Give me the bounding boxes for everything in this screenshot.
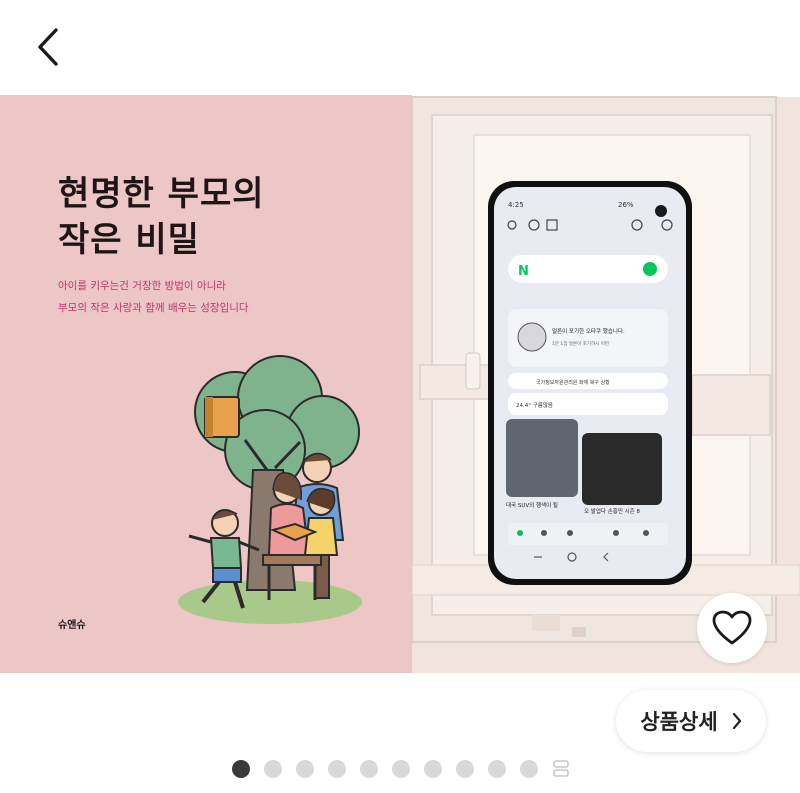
phone-news-2: 오 발업다 손흥민 시즌 8	[584, 507, 641, 515]
publisher-logo: 슈앤슈	[58, 620, 86, 631]
image-pager	[232, 760, 570, 778]
pager-dot[interactable]	[296, 760, 314, 778]
like-button[interactable]	[697, 593, 767, 663]
phone-card-title: 얼른이 포기한 오타쿠 했습니다.	[552, 327, 625, 335]
grid-more-icon[interactable]	[552, 760, 570, 778]
phone-status-time: 4:25	[508, 201, 524, 209]
phone-notice: 국가정보자원관리원 화재 복구 상황	[536, 379, 610, 386]
product-detail-button[interactable]: 상품상세	[616, 690, 766, 752]
pager-dot[interactable]	[488, 760, 506, 778]
back-button[interactable]	[28, 24, 68, 70]
book-subtitle: 아이를 키우는건 거창한 방법이 아니라 부모의 작은 사랑과 함께 배우는 성…	[58, 280, 249, 314]
heart-outline-icon	[712, 610, 752, 645]
pager-dot[interactable]	[456, 760, 474, 778]
pager-dot[interactable]	[264, 760, 282, 778]
pager-dot[interactable]	[424, 760, 442, 778]
phone-card-sub: 1분 1집 얼른이 포기하시 어떤	[552, 340, 609, 347]
chevron-right-icon	[732, 712, 741, 730]
chevron-left-icon	[38, 28, 58, 66]
pager-dot[interactable]	[232, 760, 250, 778]
phone-news-1: 대국 SUV의 행색이 될	[506, 501, 558, 509]
svg-text:N: N	[518, 264, 529, 279]
phone-box-photo: 4:25 26% N 얼른이 포기한 오타쿠 했습니다. 1분 1집 얼른이 포…	[412, 96, 800, 673]
book-title: 현명한 부모의 작은 비밀	[58, 174, 265, 260]
product-image[interactable]: 현명한 부모의 작은 비밀 아이를 키우는건 거창한 방법이 아니라 부모의 작…	[0, 95, 800, 673]
family-tree-illustration	[178, 355, 362, 624]
pager-dot[interactable]	[520, 760, 538, 778]
phone-status-battery: 26%	[618, 201, 634, 209]
pager-dot[interactable]	[392, 760, 410, 778]
pager-dot[interactable]	[328, 760, 346, 778]
phone-weather: 24.4° 구름많음	[516, 401, 553, 409]
pager-dot[interactable]	[360, 760, 378, 778]
book-cover: 현명한 부모의 작은 비밀 아이를 키우는건 거창한 방법이 아니라 부모의 작…	[0, 95, 412, 673]
product-detail-label: 상품상세	[640, 710, 718, 734]
